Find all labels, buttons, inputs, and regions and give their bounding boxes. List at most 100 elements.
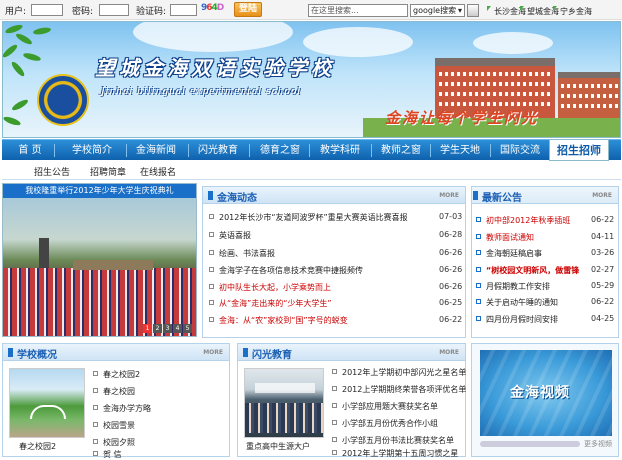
news-item[interactable]: 2012年长沙市“友道阿波罗杯”重星大赛英语比赛喜报 bbox=[219, 212, 408, 223]
pager-1[interactable]: 1 bbox=[143, 324, 152, 333]
video-player[interactable]: 金海视频 bbox=[480, 350, 612, 436]
school-item[interactable]: 春之校园2 bbox=[103, 369, 140, 380]
nav-research[interactable]: 教学科研 bbox=[312, 140, 368, 161]
news-item[interactable]: 绘画、书法喜报 bbox=[219, 248, 275, 259]
sub-nav: 招生公告 招聘简章 在线报名 bbox=[2, 161, 621, 180]
link-ningxiang[interactable]: 宁乡金海 bbox=[553, 6, 592, 17]
captcha-input[interactable] bbox=[170, 4, 197, 16]
shining-header: 闪光教育 MORE bbox=[237, 343, 466, 361]
news-item[interactable]: 从“金海”走出来的“少年大学生” bbox=[219, 298, 332, 309]
notice-item[interactable]: 金海朝廷稿启事 bbox=[486, 248, 542, 259]
main-nav: 首 页 学校简介 金海新闻 闪光教育 德育之窗 教学科研 教师之窗 学生天地 国… bbox=[2, 139, 621, 161]
video-progress[interactable] bbox=[480, 441, 580, 447]
news-title: 金海动态 bbox=[208, 189, 257, 204]
notice-date: 03-26 bbox=[591, 248, 615, 257]
news-item[interactable]: 英语喜报 bbox=[219, 230, 251, 241]
notices-header: 最新公告 MORE bbox=[471, 186, 619, 204]
shining-item[interactable]: 小学部五月份优秀合作小组 bbox=[342, 418, 438, 429]
shining-item[interactable]: 小学部五月份书法比赛获奖名单 bbox=[342, 435, 454, 446]
search-go-button[interactable] bbox=[467, 4, 479, 17]
login-button[interactable]: 登陆 bbox=[234, 2, 262, 17]
school-header: 学校概况 MORE bbox=[2, 343, 230, 361]
school-item[interactable]: 贺 信 bbox=[103, 449, 122, 460]
user-input[interactable] bbox=[31, 4, 63, 16]
video-panel: 金海视频 更多视频 bbox=[471, 343, 619, 457]
shining-title: 闪光教育 bbox=[243, 346, 292, 361]
shining-photo-caption[interactable]: 重点高中生源大户 bbox=[246, 441, 310, 452]
school-title: 望城金海双语实验学校 bbox=[95, 56, 335, 80]
shining-item[interactable]: 2012年上学期初中部闪光之星名单 bbox=[342, 367, 466, 378]
notice-date: 04-25 bbox=[591, 314, 615, 323]
nav-shining[interactable]: 闪光教育 bbox=[190, 140, 246, 161]
search-engine-select[interactable]: google搜索 bbox=[410, 4, 465, 17]
photo-news-image[interactable] bbox=[3, 198, 196, 336]
nav-international[interactable]: 国际交流 bbox=[492, 140, 548, 161]
notice-date: 05-29 bbox=[591, 281, 615, 290]
notices-panel: 最新公告 MORE 初中部2012年秋季插班 06-22 教师面试通知 04-11 … bbox=[471, 186, 619, 338]
nav-moral[interactable]: 德育之窗 bbox=[252, 140, 308, 161]
news-date: 06-26 bbox=[439, 248, 463, 257]
notice-item[interactable]: 月假期教工作安排 bbox=[486, 281, 550, 292]
notice-item[interactable]: 初中部2012年秋季插班 bbox=[486, 215, 570, 226]
banner: 望城金海双语实验学校 Jinhai bilingual experimental… bbox=[2, 21, 621, 138]
nav-home[interactable]: 首 页 bbox=[10, 140, 50, 161]
notice-item[interactable]: 关于启动午睡的通知 bbox=[486, 297, 558, 308]
shining-item[interactable]: 2012年上学期第十五周习惯之星 bbox=[342, 448, 458, 459]
school-subtitle: Jinhai bilingual experimental school bbox=[101, 87, 302, 97]
school-photo-caption[interactable]: 春之校园2 bbox=[19, 441, 56, 452]
pager-2[interactable]: 2 bbox=[153, 324, 162, 333]
search-input[interactable]: 在这里搜索... bbox=[308, 4, 408, 17]
nav-about[interactable]: 学校简介 bbox=[62, 140, 122, 161]
news-date: 07-03 bbox=[439, 212, 463, 221]
notice-item[interactable]: 教师面试通知 bbox=[486, 232, 534, 243]
shining-more-link[interactable]: MORE bbox=[439, 349, 459, 356]
user-label: 用户: bbox=[5, 7, 27, 17]
subnav-admission-notice[interactable]: 招生公告 bbox=[34, 165, 70, 178]
pager-5[interactable]: 5 bbox=[183, 324, 192, 333]
shining-photo[interactable] bbox=[244, 368, 324, 438]
news-header: 金海动态 MORE bbox=[202, 186, 466, 204]
school-panel: 学校概况 MORE 春之校园2 春之校园2 春之校园 金海办学方略 校园雪景 校… bbox=[2, 343, 230, 460]
news-date: 06-22 bbox=[439, 315, 463, 324]
school-item[interactable]: 校园夕照 bbox=[103, 437, 135, 448]
news-date: 06-26 bbox=[439, 282, 463, 291]
notice-item[interactable]: 四月份月假时间安排 bbox=[486, 314, 558, 325]
shining-item[interactable]: 2012上学期期终荣誉各项评优名单 bbox=[342, 384, 466, 395]
school-panel-title: 学校概况 bbox=[8, 346, 57, 361]
school-item[interactable]: 校园雪景 bbox=[103, 420, 135, 431]
school-photo[interactable] bbox=[9, 368, 85, 438]
video-label: 金海视频 bbox=[510, 385, 570, 401]
nav-news[interactable]: 金海新闻 bbox=[128, 140, 184, 161]
notices-more-link[interactable]: MORE bbox=[592, 192, 612, 199]
password-label: 密码: bbox=[72, 7, 94, 17]
nav-admissions[interactable]: 招生招师 bbox=[549, 139, 609, 161]
top-bar: 用户: 密码: 验证码: 964D 登陆 在这里搜索... google搜索 长… bbox=[0, 0, 622, 20]
captcha-label: 验证码: bbox=[136, 7, 167, 17]
notice-date: 02-27 bbox=[591, 265, 615, 274]
more-videos-link[interactable]: 更多视频 bbox=[584, 439, 612, 449]
password-input[interactable] bbox=[99, 4, 129, 16]
notice-item[interactable]: “树校园文明新风，做雷锋 bbox=[486, 265, 579, 276]
school-logo bbox=[37, 74, 89, 126]
photo-news-panel: 我校隆重举行2012年少年大学生庆祝典礼 1 2 3 4 5 bbox=[2, 183, 197, 337]
pager-4[interactable]: 4 bbox=[173, 324, 182, 333]
school-more-link[interactable]: MORE bbox=[203, 349, 223, 356]
news-more-link[interactable]: MORE bbox=[439, 192, 459, 199]
news-item[interactable]: 初中队生长大起，小学乘势而上 bbox=[219, 282, 331, 293]
photo-news-caption[interactable]: 我校隆重举行2012年少年大学生庆祝典礼 bbox=[3, 184, 196, 198]
school-item[interactable]: 春之校园 bbox=[103, 386, 135, 397]
shining-item[interactable]: 小学部应用题大赛获奖名单 bbox=[342, 401, 438, 412]
news-date: 06-25 bbox=[439, 298, 463, 307]
subnav-online-apply[interactable]: 在线报名 bbox=[140, 165, 176, 178]
notices-title: 最新公告 bbox=[473, 189, 522, 204]
notice-date: 06-22 bbox=[591, 215, 615, 224]
school-item[interactable]: 金海办学方略 bbox=[103, 403, 151, 414]
news-item[interactable]: 金海学子在各项信息技术竞赛中捷报频传 bbox=[219, 265, 363, 276]
subnav-recruitment[interactable]: 招聘简章 bbox=[90, 165, 126, 178]
captcha-image[interactable]: 964D bbox=[201, 3, 229, 17]
notice-date: 04-11 bbox=[591, 232, 615, 241]
pager-3[interactable]: 3 bbox=[163, 324, 172, 333]
nav-students[interactable]: 学生天地 bbox=[432, 140, 488, 161]
nav-teachers[interactable]: 教师之窗 bbox=[374, 140, 428, 161]
news-item[interactable]: 金海：从“农”家校到“国”字号的蜕变 bbox=[219, 315, 348, 326]
